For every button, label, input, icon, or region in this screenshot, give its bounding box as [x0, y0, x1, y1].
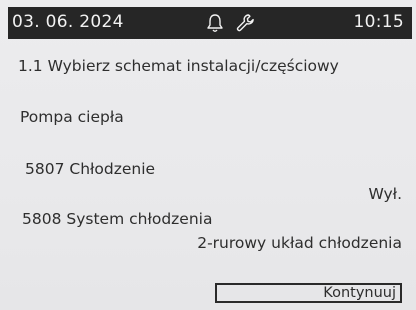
section-heading: Pompa ciepła [20, 108, 124, 126]
time-display: 10:15 [353, 12, 404, 32]
wrench-icon[interactable] [234, 12, 256, 34]
page-title: 1.1 Wybierz schemat instalacji/częściowy [18, 57, 339, 75]
date-display: 03. 06. 2024 [12, 12, 124, 32]
parameter-5807-label[interactable]: 5807 Chłodzenie [25, 160, 155, 178]
continue-button[interactable]: Kontynuuj [215, 283, 402, 303]
status-bar: 03. 06. 2024 10:15 [8, 7, 412, 39]
parameter-5808-label[interactable]: 5808 System chłodzenia [22, 210, 212, 228]
controller-display: 03. 06. 2024 10:15 1.1 Wybierz schemat i… [0, 0, 416, 310]
bell-icon[interactable] [204, 12, 226, 34]
parameter-5808-value[interactable]: 2-rurowy układ chłodzenia [197, 234, 402, 252]
parameter-5807-value[interactable]: Wył. [368, 185, 402, 203]
